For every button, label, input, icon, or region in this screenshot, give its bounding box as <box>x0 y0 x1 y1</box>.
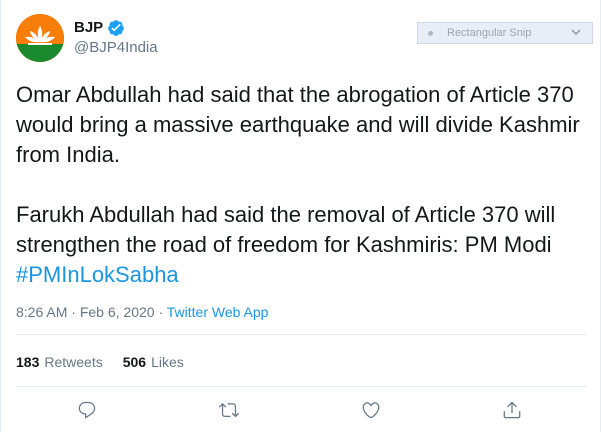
chevron-down-icon[interactable] <box>570 26 582 41</box>
reply-icon[interactable] <box>75 398 99 422</box>
tweet-stats: 183 Retweets 506 Likes <box>16 352 204 372</box>
author-name-row[interactable]: BJP <box>74 18 158 38</box>
tweet-paragraph-2: Farukh Abdullah had said the removal of … <box>16 202 556 257</box>
meta-separator: · <box>71 304 76 320</box>
tweet-header: BJP @BJP4India <box>16 12 158 64</box>
author-handle[interactable]: @BJP4India <box>74 38 158 58</box>
bjp-lotus-logo-icon <box>16 14 64 62</box>
tweet-source-link[interactable]: Twitter Web App <box>167 304 269 320</box>
snip-label: Rectangular Snip <box>447 27 532 39</box>
retweets-count: 183 <box>16 354 40 370</box>
avatar[interactable] <box>16 14 64 62</box>
retweet-icon[interactable] <box>217 398 241 422</box>
divider <box>16 334 586 335</box>
tweet-text: Omar Abdullah had said that the abrogati… <box>16 80 591 290</box>
verified-badge-icon <box>107 19 125 37</box>
likes-label: Likes <box>151 354 184 370</box>
tweet-date[interactable]: Feb 6, 2020 <box>80 304 155 320</box>
share-icon[interactable] <box>500 398 524 422</box>
likes-stat[interactable]: 506 Likes <box>123 352 184 372</box>
author-name[interactable]: BJP <box>74 18 103 38</box>
tweet-metadata: 8:26 AM · Feb 6, 2020 · Twitter Web App <box>16 302 268 322</box>
retweets-stat[interactable]: 183 Retweets <box>16 352 103 372</box>
like-icon[interactable] <box>359 398 383 422</box>
divider <box>16 386 586 387</box>
hashtag-link[interactable]: #PMInLokSabha <box>16 262 179 287</box>
meta-separator-2: · <box>158 304 164 320</box>
tweet-time[interactable]: 8:26 AM <box>16 304 67 320</box>
author-names: BJP @BJP4India <box>74 18 158 58</box>
tweet-paragraph-1: Omar Abdullah had said that the abrogati… <box>16 82 580 167</box>
retweets-label: Retweets <box>44 354 103 370</box>
tweet-actions <box>16 398 587 424</box>
snip-dot-icon <box>428 30 433 36</box>
likes-count: 506 <box>122 354 147 370</box>
tweet-card: BJP @BJP4India Rectangular Snip Omar Abd… <box>0 0 601 432</box>
rectangular-snip-overlay[interactable]: Rectangular Snip <box>417 22 593 44</box>
